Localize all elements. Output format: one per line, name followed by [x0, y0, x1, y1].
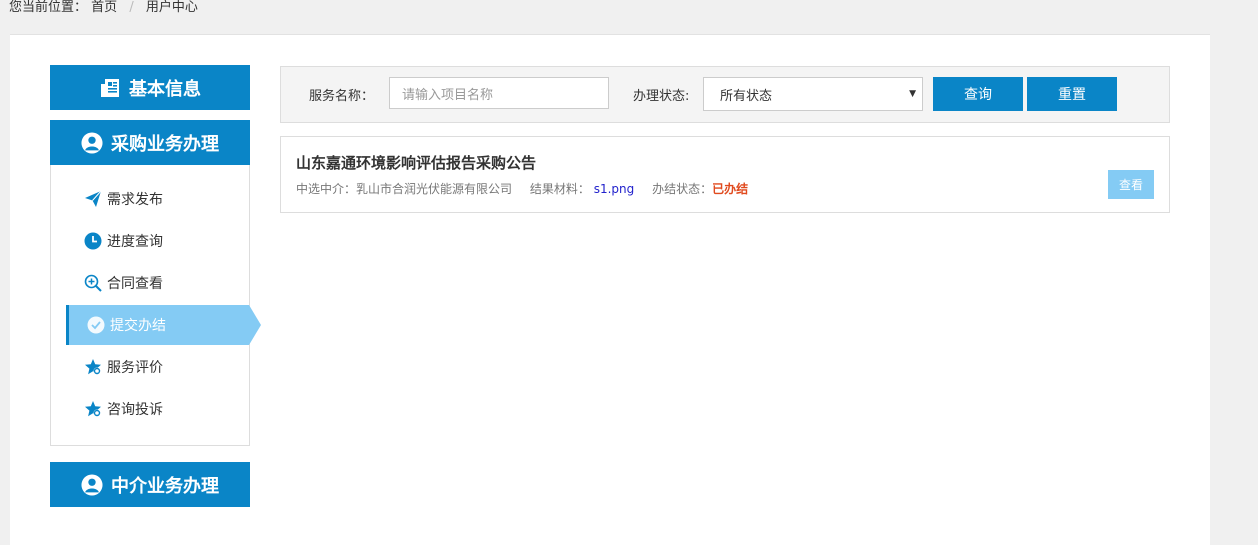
- service-name-label: 服务名称：: [309, 89, 375, 104]
- user-icon: [81, 131, 103, 154]
- sidebar-procurement-label: 采购业务办理: [111, 133, 219, 155]
- star-gear-icon: [83, 357, 103, 377]
- completion-status-label: 办结状态：: [652, 182, 713, 196]
- sidebar-basic-info-label: 基本信息: [129, 78, 201, 100]
- result-file-link[interactable]: s1.png: [594, 182, 635, 196]
- sidebar-item-label: 需求发布: [107, 192, 163, 208]
- result-title[interactable]: 山东嘉通环境影响评估报告采购公告: [296, 152, 536, 173]
- sidebar-item-submit-complete[interactable]: 提交办结: [66, 305, 261, 345]
- reset-button[interactable]: 重置: [1027, 77, 1117, 111]
- paper-plane-icon: [83, 189, 103, 209]
- sidebar-item-label: 进度查询: [107, 234, 163, 250]
- service-name-input[interactable]: 请输入项目名称: [389, 77, 609, 109]
- query-button[interactable]: 查询: [933, 77, 1023, 111]
- status-select-value: 所有状态: [720, 88, 773, 104]
- view-button[interactable]: 查看: [1108, 170, 1154, 199]
- sidebar-item-label: 服务评价: [107, 360, 163, 376]
- sidebar-item-service-rating[interactable]: 服务评价: [51, 347, 249, 387]
- completion-status-badge: 已办结: [712, 182, 749, 196]
- sidebar-item-progress-query[interactable]: 进度查询: [51, 221, 249, 261]
- sidebar-item-label: 咨询投诉: [107, 402, 163, 418]
- breadcrumb: 您当前位置： 首页 / 用户中心: [9, 0, 198, 18]
- breadcrumb-home-link[interactable]: 首页: [91, 0, 117, 15]
- sidebar-item-contract-view[interactable]: 合同查看: [51, 263, 249, 303]
- result-file-label: 结果材料：: [529, 182, 590, 196]
- sidebar-menu: 需求发布 进度查询 合同查看 提交办结 服务评价 咨询投诉: [50, 165, 261, 446]
- sidebar-agency-header[interactable]: 中介业务办理: [50, 462, 250, 507]
- sidebar-item-demand-publish[interactable]: 需求发布: [51, 179, 249, 219]
- agency-value: 乳山市合润光伏能源有限公司: [356, 182, 513, 196]
- clock-icon: [83, 231, 103, 251]
- sidebar-agency-label: 中介业务办理: [111, 475, 219, 497]
- newspaper-icon: [99, 77, 121, 99]
- agency-label: 中选中介：: [296, 182, 357, 196]
- sidebar: 基本信息 采购业务办理 需求发布 进度查询 合同查看 提交办结 服务评价 咨询投…: [50, 65, 261, 507]
- search-bar: 服务名称： 请输入项目名称 办理状态: 所有状态 ▼ 查询 重置: [280, 66, 1170, 123]
- service-name-placeholder: 请输入项目名称: [402, 87, 494, 103]
- check-circle-icon: [86, 315, 106, 335]
- result-meta: 中选中介：乳山市合润光伏能源有限公司 结果材料： s1.png 办结状态：已办结: [296, 180, 762, 197]
- caret-down-icon: ▼: [909, 89, 916, 99]
- breadcrumb-current: 用户中心: [145, 0, 198, 15]
- user-icon: [81, 473, 103, 496]
- sidebar-item-label: 提交办结: [110, 318, 166, 334]
- status-select[interactable]: 所有状态 ▼: [703, 77, 923, 111]
- main-panel: 基本信息 采购业务办理 需求发布 进度查询 合同查看 提交办结 服务评价 咨询投…: [10, 34, 1210, 545]
- sidebar-item-label: 合同查看: [107, 276, 163, 292]
- sidebar-item-consult-complaint[interactable]: 咨询投诉: [51, 389, 249, 429]
- sidebar-basic-info-header[interactable]: 基本信息: [50, 65, 250, 110]
- sidebar-procurement-header[interactable]: 采购业务办理: [50, 120, 250, 165]
- status-label: 办理状态:: [633, 89, 690, 104]
- breadcrumb-separator: /: [129, 0, 134, 15]
- result-card: 山东嘉通环境影响评估报告采购公告 中选中介：乳山市合润光伏能源有限公司 结果材料…: [280, 136, 1170, 213]
- breadcrumb-prefix: 您当前位置：: [9, 0, 88, 15]
- star-gear-icon: [83, 399, 103, 419]
- zoom-in-icon: [83, 273, 103, 293]
